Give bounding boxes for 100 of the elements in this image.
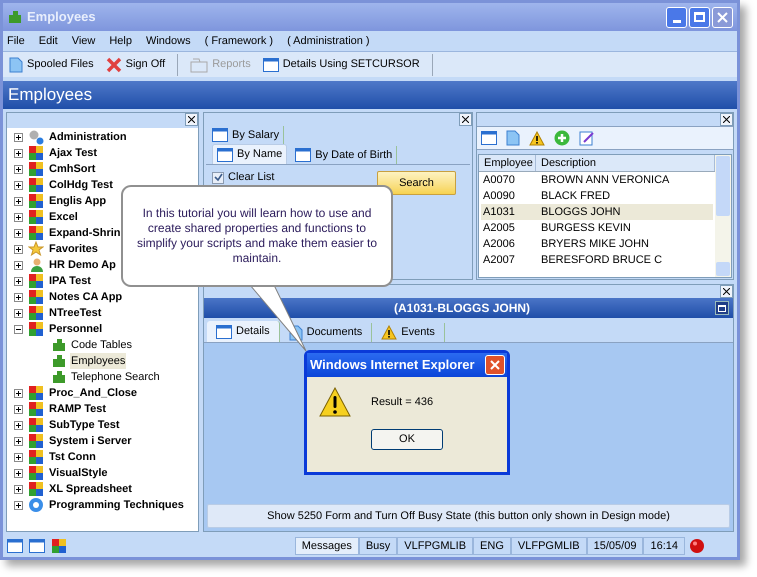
expand-toggle[interactable] [14,420,23,430]
maximize-button[interactable] [715,301,729,315]
tree-item[interactable]: Notes CA App [49,288,122,306]
expand-toggle[interactable] [14,452,23,462]
tree-item[interactable]: Tst Conn [49,448,96,466]
table-row[interactable]: A2006 BRYERS MIKE JOHN [481,236,713,252]
tab[interactable]: Details [207,321,280,342]
expand-toggle[interactable] [14,500,23,510]
puzzle-icon [51,353,67,369]
close-button[interactable] [720,113,733,126]
tree-item[interactable]: System i Server [49,432,132,450]
menu-item[interactable]: ( Framework ) [204,32,274,50]
add-icon[interactable] [554,130,570,146]
warning-icon [319,387,351,417]
table-row[interactable]: A2005 BURGESS KEVIN [481,220,713,236]
status-cell: VLFPGMLIB [397,537,474,555]
scrollbar[interactable] [715,155,731,277]
column-header[interactable]: Employee [479,155,536,171]
toolbar-button[interactable]: Details Using SETCURSOR [256,54,426,76]
table-row[interactable]: A0070 BROWN ANN VERONICA [481,172,713,188]
expand-toggle[interactable] [14,180,23,190]
close-button[interactable] [720,285,733,298]
close-icon [723,116,730,123]
table-row[interactable]: A0090 BLACK FRED [481,188,713,204]
tree-item[interactable]: Excel [49,208,78,226]
toolbar-button[interactable]: Spooled Files [3,54,100,76]
tree-item[interactable]: Ajax Test [49,144,98,162]
tree-item[interactable]: Favorites [49,240,98,258]
expand-toggle[interactable] [14,228,23,238]
expand-toggle[interactable] [14,164,23,174]
status-cell[interactable]: Messages [294,537,359,555]
tab[interactable]: By Name [212,144,288,164]
table-row[interactable]: A2007 BERESFORD BRUCE C [481,252,713,268]
expand-toggle[interactable] [14,436,23,446]
status-icon[interactable] [29,539,45,553]
table-cell-text: A1031 [482,204,516,220]
tree-item[interactable]: SubType Test [49,416,120,434]
expand-toggle[interactable] [14,148,23,158]
tree-item[interactable]: Employees [70,352,126,370]
tree-item[interactable]: Code Tables [70,336,133,354]
expand-toggle[interactable] [14,324,23,334]
window-button[interactable] [481,131,497,145]
tree-item[interactable]: CmhSort [49,160,96,178]
search-button[interactable]: Search [377,171,456,195]
menu-item[interactable]: ( Administration ) [287,32,370,50]
expand-toggle[interactable] [14,212,23,222]
window-icon [295,148,312,162]
tree-item[interactable]: Expand-Shrin [49,224,121,242]
expand-toggle[interactable] [14,388,23,398]
tab[interactable]: Events [372,323,445,342]
tree-item[interactable]: HR Demo Ap [49,256,116,274]
document-button[interactable] [506,130,520,146]
warning-icon [529,130,545,146]
menu-item[interactable]: File [7,32,25,50]
warning-button[interactable] [529,130,545,146]
tree-item[interactable]: Programming Techniques [49,496,184,514]
close-button[interactable] [459,113,472,126]
design-mode-button[interactable]: Show 5250 Form and Turn Off Busy State (this button only shown in Design mode) [207,504,730,528]
minimize-button[interactable] [666,6,687,28]
status-light-icon [689,538,705,554]
close-icon [717,12,728,22]
expand-toggle[interactable] [14,468,23,478]
table-row[interactable]: A1031 BLOGGS JOHN [481,204,713,220]
expand-toggle[interactable] [14,132,23,142]
expand-toggle[interactable] [14,404,23,414]
menu-item[interactable]: Edit [38,32,58,50]
toolbar-button[interactable]: Sign Off [100,54,172,76]
tree-item[interactable]: Telephone Search [70,368,161,386]
tree-item[interactable]: ColHdg Test [49,176,113,194]
tree-item[interactable]: RAMP Test [49,400,106,418]
tab[interactable]: By Date of Birth [291,146,398,164]
expand-toggle[interactable] [14,244,23,254]
edit-icon[interactable] [579,130,595,146]
ok-button[interactable]: OK [371,429,443,450]
menu-item[interactable]: Windows [146,32,191,50]
tree-item[interactable]: IPA Test [49,272,91,290]
tree-item[interactable]: Administration [49,128,127,146]
expand-toggle[interactable] [14,276,23,286]
close-button[interactable] [185,113,198,126]
tree-item[interactable]: Proc_And_Close [49,384,138,402]
status-icon[interactable] [7,539,23,553]
menu-item[interactable]: View [72,32,96,50]
tree-item[interactable]: NTreeTest [49,304,102,322]
tree-item[interactable]: Englis App [49,192,106,210]
puzzle-icon [28,305,44,321]
expand-toggle[interactable] [14,292,23,302]
expand-toggle[interactable] [14,308,23,318]
puzzle-icon [7,9,23,25]
window-title: Employees [27,8,96,26]
expand-toggle[interactable] [14,484,23,494]
tree-item[interactable]: Personnel [49,320,102,338]
expand-toggle[interactable] [14,260,23,270]
status-icon[interactable] [51,538,67,554]
expand-toggle[interactable] [14,196,23,206]
puzzle-icon [51,538,67,554]
menu-item[interactable]: Help [109,32,132,50]
tree-item[interactable]: XL Spreadsheet [49,480,132,498]
checkbox[interactable] [212,172,224,184]
tree-item[interactable]: VisualStyle [49,464,108,482]
status-cell: Busy [358,537,398,555]
